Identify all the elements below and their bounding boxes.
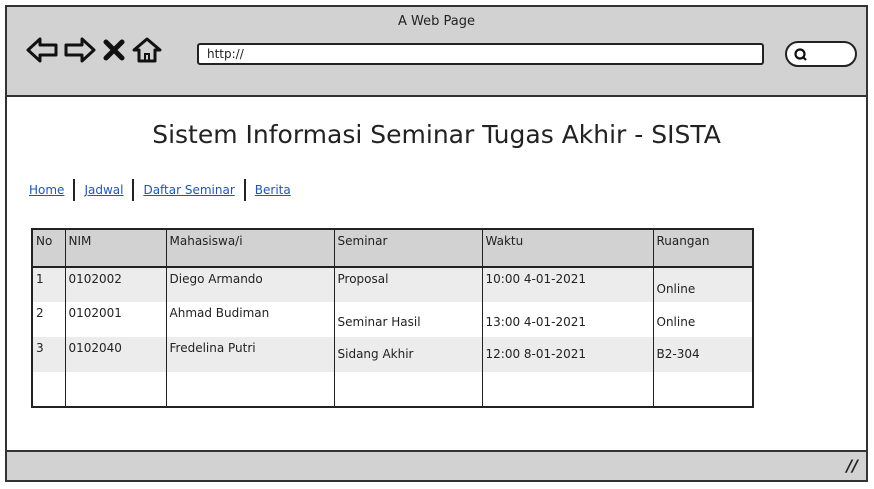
cell-mahasiswa: Fredelina Putri: [165, 337, 335, 372]
resize-grip-icon[interactable]: //: [846, 456, 858, 475]
seminar-table: No NIM Mahasiswa/i Seminar Waktu Ruangan…: [31, 228, 754, 408]
search-icon: [794, 48, 807, 61]
cell-waktu: [481, 372, 654, 407]
cell-ruangan: Online: [652, 302, 754, 337]
cell-no: 2: [31, 302, 66, 337]
cell-seminar: Sidang Akhir: [333, 337, 483, 372]
back-icon[interactable]: [25, 36, 59, 64]
cell-mahasiswa: [165, 372, 335, 407]
cell-no: [31, 372, 66, 407]
table-row: [31, 372, 754, 407]
cell-ruangan: B2-304: [652, 337, 754, 372]
table-row: 3 0102040 Fredelina Putri Sidang Akhir 1…: [31, 337, 754, 372]
cell-seminar: Seminar Hasil: [333, 302, 483, 337]
cell-ruangan: [652, 372, 754, 407]
table-header-row: No NIM Mahasiswa/i Seminar Waktu Ruangan: [31, 229, 754, 268]
window-title: A Web Page: [398, 14, 475, 29]
cell-seminar: [333, 372, 483, 407]
url-bar[interactable]: http://: [197, 43, 764, 65]
browser-toolbar: A Web Page http://: [7, 7, 866, 97]
header-ruangan: Ruangan: [652, 229, 754, 268]
page-title: Sistem Informasi Seminar Tugas Akhir - S…: [152, 120, 721, 149]
cell-nim: 0102040: [64, 337, 167, 372]
nav-link-daftar-seminar[interactable]: Daftar Seminar: [143, 183, 234, 197]
header-mahasiswa: Mahasiswa/i: [165, 229, 335, 268]
status-bar: //: [7, 450, 866, 480]
header-seminar: Seminar: [333, 229, 483, 268]
table-row: 1 0102002 Diego Armando Proposal 10:00 4…: [31, 267, 754, 302]
nav-link-jadwal[interactable]: Jadwal: [84, 183, 123, 197]
forward-icon[interactable]: [63, 36, 97, 64]
search-box[interactable]: [785, 41, 857, 67]
nav-link-berita[interactable]: Berita: [255, 183, 291, 197]
cell-seminar: Proposal: [333, 267, 483, 302]
cell-nim: [64, 372, 167, 407]
nav-divider: [73, 179, 76, 201]
home-icon[interactable]: [131, 36, 163, 64]
browser-window: A Web Page http:// Sistem Informasi Semi…: [5, 5, 868, 482]
cell-nim: 0102001: [64, 302, 167, 337]
nav-link-home[interactable]: Home: [29, 183, 64, 197]
close-icon[interactable]: [101, 36, 127, 64]
cell-waktu: 13:00 4-01-2021: [481, 302, 654, 337]
header-waktu: Waktu: [481, 229, 654, 268]
cell-no: 1: [31, 267, 66, 302]
table-row: 2 0102001 Ahmad Budiman Seminar Hasil 13…: [31, 302, 754, 337]
header-nim: NIM: [64, 229, 167, 268]
cell-waktu: 10:00 4-01-2021: [481, 267, 654, 302]
cell-mahasiswa: Diego Armando: [165, 267, 335, 302]
header-no: No: [31, 229, 66, 268]
nav-buttons: [25, 32, 163, 68]
nav-menu: Home Jadwal Daftar Seminar Berita: [29, 179, 291, 201]
cell-ruangan: Online: [652, 267, 754, 302]
nav-divider: [132, 179, 135, 201]
nav-divider: [243, 179, 246, 201]
cell-waktu: 12:00 8-01-2021: [481, 337, 654, 372]
cell-no: 3: [31, 337, 66, 372]
cell-nim: 0102002: [64, 267, 167, 302]
cell-mahasiswa: Ahmad Budiman: [165, 302, 335, 337]
